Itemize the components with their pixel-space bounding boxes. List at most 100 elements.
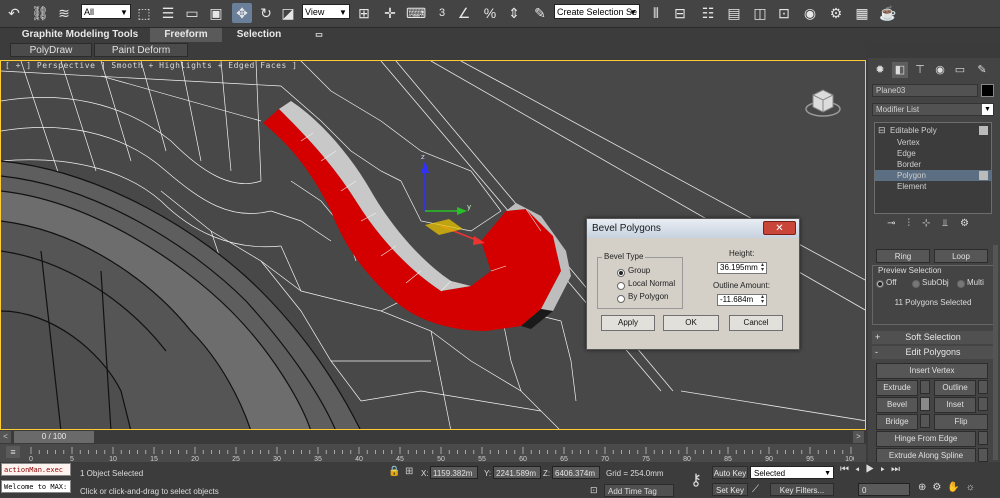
auto-key-mode-dropdown[interactable]: Selected ▼ [750,466,834,479]
ribbon-toggle-icon[interactable]: ▭ [312,28,326,42]
close-icon[interactable]: ✕ [763,221,796,235]
extrude-spline-settings-button[interactable] [978,448,988,462]
create-tab-icon[interactable]: ✹ [872,62,888,78]
key-icon[interactable]: ⚷ [684,470,708,490]
manipulate-icon[interactable]: ✛ [380,3,400,23]
tab-graphite-modeling-tools[interactable]: Graphite Modeling Tools [20,28,140,42]
outline-button[interactable]: Outline [934,380,976,396]
ok-button[interactable]: OK [663,315,719,331]
stack-item-element[interactable]: Element [897,181,926,192]
rendered-frame-icon[interactable]: ▦ [852,3,872,23]
radio-local-normal[interactable] [617,282,625,290]
graphite-icon[interactable]: ▤ [724,3,744,23]
modifier-stack[interactable]: ⊟ Editable Poly Vertex Edge Border Polyg… [874,122,992,214]
stack-item-vertex[interactable]: Vertex [897,137,920,148]
spinner-snap-icon[interactable]: ⇕ [504,3,524,23]
rect-selection-icon[interactable]: ▭ [182,3,202,23]
viewport-nav-controls[interactable]: ⊕⚙✋☼ [918,482,1000,496]
pivot-icon[interactable]: ⊞ [354,3,374,23]
radio-by-polygon[interactable] [617,295,625,303]
radio-subobj[interactable] [912,280,920,288]
insert-vertex-button[interactable]: Insert Vertex [876,363,988,379]
bind-space-warp-icon[interactable]: ≋ [54,3,74,23]
mini-curve-editor-icon[interactable]: ≡ [6,446,20,458]
hinge-settings-button[interactable] [978,431,988,445]
bevel-button[interactable]: Bevel [876,397,918,413]
outline-amount-spinner[interactable]: -11.684m ▴ ▾ [717,294,767,306]
hinge-from-edge-button[interactable]: Hinge From Edge [876,431,976,447]
lock-selection-icon[interactable]: 🔒 [388,466,400,478]
stack-item-edge[interactable]: Edge [897,148,916,159]
hierarchy-tab-icon[interactable]: ⊤ [912,62,928,78]
time-slider-prev-icon[interactable]: < [0,431,11,443]
object-name-field[interactable]: Plane03 [872,84,978,97]
outline-settings-button[interactable] [978,380,988,394]
apply-button[interactable]: Apply [601,315,655,331]
y-coordinate-field[interactable]: 2241.589m [493,466,541,479]
render-icon[interactable]: ☕ [878,3,898,23]
move-icon[interactable]: ✥ [232,3,252,23]
x-coordinate-field[interactable]: 1159.382m [430,466,478,479]
radio-multi[interactable] [957,280,965,288]
inset-button[interactable]: Inset [934,397,976,413]
material-editor-icon[interactable]: ◉ [800,3,820,23]
add-time-tag-button[interactable]: Add Time Tag [604,484,674,497]
reference-coord-dropdown[interactable]: View ▼ [302,4,350,19]
viewcube-icon[interactable] [803,81,843,121]
timeline-ruler[interactable]: 0 5 10 15 20 25 30 35 40 45 50 55 60 65 70 75 80 85 90 95 10… [28,444,854,462]
object-color-swatch[interactable] [981,84,994,97]
track-bar[interactable]: ≡ 0 5 10 15 20 25 30 35 40 45 50 55 60 65 70 75 80 85 90 95… [0,444,866,462]
set-key-button[interactable]: Set Key [712,483,748,496]
stack-item-polygon[interactable]: Polygon [875,170,991,181]
snap-icon[interactable]: 3 [432,3,452,23]
window-crossing-icon[interactable]: ▣ [206,3,226,23]
modifier-list-dropdown[interactable]: Modifier List ▼ [872,103,994,116]
scale-icon[interactable]: ◪ [278,3,298,23]
rotate-icon[interactable]: ↻ [256,3,276,23]
stack-item-border[interactable]: Border [897,159,921,170]
utilities-tab-icon[interactable]: ✎ [974,62,990,78]
stack-controls[interactable]: ⊸⫶⊹⫫⚙ [874,218,994,232]
layer-icon[interactable]: ☷ [698,3,718,23]
subtab-polydraw[interactable]: PolyDraw [10,43,92,57]
rollup-soft-selection[interactable]: + Soft Selection [872,331,994,344]
angle-snap-icon[interactable]: ∠ [454,3,474,23]
display-tab-icon[interactable]: ▭ [952,62,968,78]
percent-snap-icon[interactable]: % [480,3,500,23]
auto-key-button[interactable]: Auto Key [712,466,748,479]
radio-off[interactable] [876,280,884,288]
select-object-icon[interactable]: ⬚ [134,3,154,23]
edit-named-sets-icon[interactable]: ✎ [530,3,550,23]
keyboard-shortcut-icon[interactable]: ⌨ [406,3,426,23]
extrude-button[interactable]: Extrude [876,380,918,396]
link-icon[interactable]: ⛓ [30,3,50,23]
radio-group[interactable] [617,269,625,277]
time-slider-thumb[interactable]: 0 / 100 [14,431,94,443]
time-slider[interactable]: < 0 / 100 > [0,430,866,444]
tab-selection[interactable]: Selection [226,28,292,42]
playback-controls[interactable]: ⏮◂▶▸⏭ [840,464,1000,478]
undo-icon[interactable]: ↶ [4,3,24,23]
current-frame-field[interactable]: 0 [858,483,910,496]
tab-freeform[interactable]: Freeform [150,28,222,42]
panel-scrollbar[interactable] [993,245,998,460]
motion-tab-icon[interactable]: ◉ [932,62,948,78]
subtab-paint-deform[interactable]: Paint Deform [94,43,188,57]
stack-item-editable-poly[interactable]: Editable Poly [890,125,937,136]
select-by-name-icon[interactable]: ☰ [158,3,178,23]
named-selection-dropdown[interactable]: Create Selection Se ▼ [554,4,640,19]
schematic-icon[interactable]: ⊡ [774,3,794,23]
time-slider-next-icon[interactable]: > [853,431,864,443]
maxscript-listener-line2[interactable]: Welcome to MAX: [1,480,71,493]
selection-filter-dropdown[interactable]: All ▼ [81,4,131,19]
ring-button[interactable]: Ring [876,249,930,263]
cancel-button[interactable]: Cancel [729,315,783,331]
extrude-settings-button[interactable] [920,380,930,394]
maxscript-listener-line1[interactable]: actionMan.exec [1,463,71,476]
bridge-button[interactable]: Bridge [876,414,918,430]
modify-tab-icon[interactable]: ◧ [892,62,908,78]
render-setup-icon[interactable]: ⚙ [826,3,846,23]
stack-toggle-icon[interactable] [979,126,988,135]
curve-editor-icon[interactable]: ◫ [750,3,770,23]
bevel-settings-button[interactable] [920,397,930,411]
